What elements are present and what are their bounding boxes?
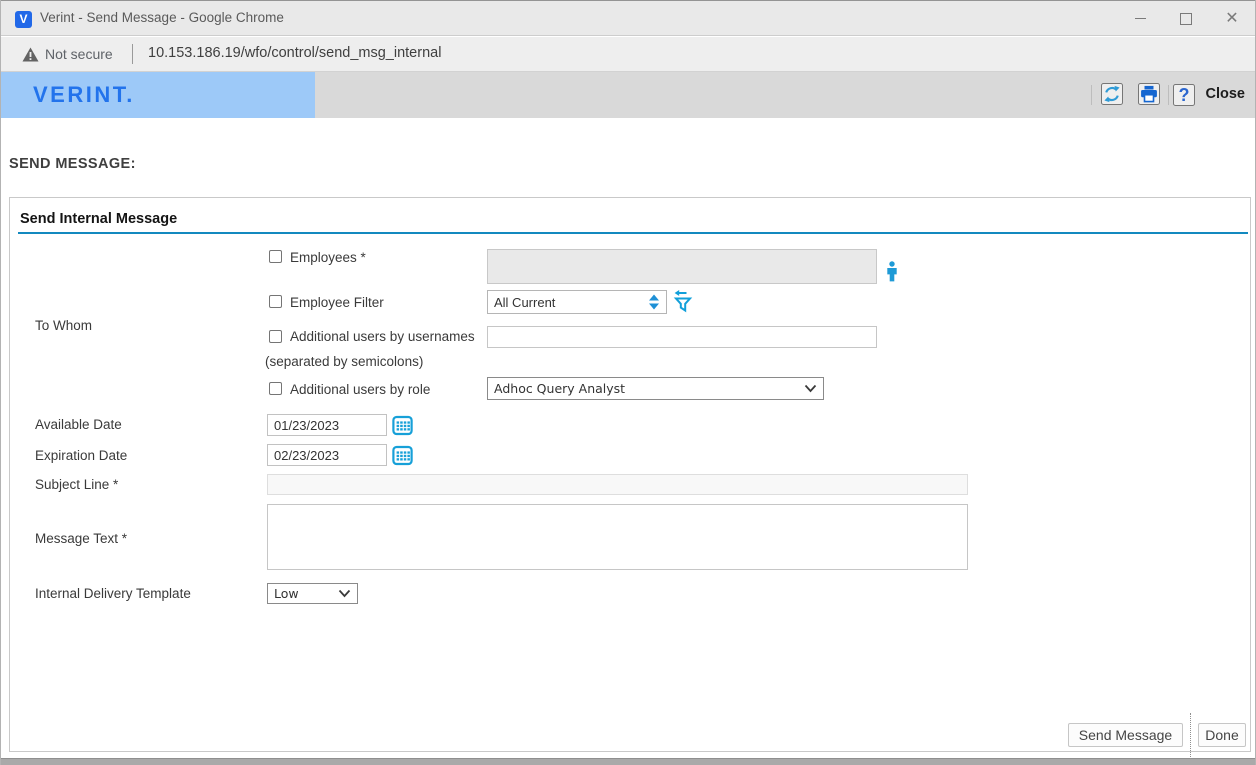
close-icon: ✕ — [1225, 11, 1238, 27]
window-bottom-edge — [1, 758, 1255, 765]
window-titlebar: V Verint - Send Message - Google Chrome … — [1, 0, 1255, 36]
employees-label: Employees * — [290, 250, 366, 265]
browser-window: V Verint - Send Message - Google Chrome … — [0, 0, 1256, 765]
employee-filter-select[interactable]: All Current — [487, 290, 667, 314]
employee-filter-checkbox[interactable] — [269, 295, 282, 308]
delivery-template-value: Low — [274, 586, 299, 601]
chevron-down-icon — [804, 384, 817, 393]
additional-role-checkbox[interactable] — [269, 382, 282, 395]
select-employees-button[interactable] — [886, 261, 898, 285]
section-title-rule — [18, 232, 1248, 234]
calendar-icon — [392, 445, 413, 466]
app-header: VERINT. ? Close — [1, 72, 1255, 118]
print-icon — [1140, 84, 1158, 104]
page-title: SEND MESSAGE: — [9, 156, 136, 172]
not-secure-warning-icon — [22, 47, 39, 62]
url-text[interactable]: 10.153.186.19/wfo/control/send_msg_inter… — [148, 45, 441, 61]
expiration-date-input[interactable] — [267, 444, 387, 466]
employees-checkbox[interactable] — [269, 250, 282, 263]
verint-logo: VERINT. — [1, 72, 315, 118]
done-button[interactable]: Done — [1198, 723, 1246, 747]
employees-input[interactable] — [487, 249, 877, 284]
available-date-input[interactable] — [267, 414, 387, 436]
send-internal-message-panel: Send Internal Message To Whom Employees … — [9, 197, 1251, 752]
to-whom-label: To Whom — [35, 318, 92, 333]
usernames-hint: (separated by semicolons) — [265, 354, 423, 369]
minimize-button[interactable] — [1117, 1, 1163, 36]
maximize-icon — [1180, 13, 1192, 25]
chevron-down-icon — [338, 589, 351, 598]
message-text-label: Message Text * — [35, 531, 127, 546]
available-date-calendar-button[interactable] — [392, 415, 413, 439]
delivery-template-label: Internal Delivery Template — [35, 586, 191, 601]
additional-role-value: Adhoc Query Analyst — [494, 381, 625, 396]
address-bar: Not secure 10.153.186.19/wfo/control/sen… — [1, 37, 1255, 72]
header-divider — [1168, 85, 1169, 105]
form-section-title: Send Internal Message — [20, 211, 177, 227]
message-text-area[interactable] — [267, 504, 968, 570]
send-message-button[interactable]: Send Message — [1068, 723, 1183, 747]
apply-filter-button[interactable] — [672, 290, 694, 316]
additional-usernames-label: Additional users by usernames — [290, 329, 475, 344]
additional-role-label: Additional users by role — [290, 382, 430, 397]
additional-role-select[interactable]: Adhoc Query Analyst — [487, 377, 824, 400]
app-close-button[interactable]: Close — [1206, 86, 1246, 102]
button-divider — [1190, 713, 1191, 757]
window-title: Verint - Send Message - Google Chrome — [40, 10, 284, 25]
filter-icon — [672, 290, 694, 313]
employee-filter-label: Employee Filter — [290, 295, 384, 310]
minimize-icon — [1135, 18, 1146, 19]
verint-favicon-icon: V — [15, 11, 32, 28]
person-icon — [886, 261, 898, 282]
maximize-button[interactable] — [1163, 1, 1209, 36]
expiration-date-label: Expiration Date — [35, 448, 127, 463]
calendar-icon — [392, 415, 413, 436]
refresh-icon — [1103, 84, 1121, 104]
additional-usernames-input[interactable] — [487, 326, 877, 348]
spinner-arrows-icon — [648, 294, 660, 310]
help-icon: ? — [1179, 85, 1190, 106]
refresh-button[interactable] — [1101, 83, 1123, 105]
additional-usernames-checkbox[interactable] — [269, 330, 282, 343]
delivery-template-select[interactable]: Low — [267, 583, 358, 604]
window-close-button[interactable]: ✕ — [1209, 1, 1255, 36]
header-divider — [1091, 85, 1092, 105]
address-divider — [132, 44, 133, 64]
help-button[interactable]: ? — [1173, 84, 1195, 106]
available-date-label: Available Date — [35, 417, 122, 432]
subject-line-label: Subject Line * — [35, 477, 118, 492]
expiration-date-calendar-button[interactable] — [392, 445, 413, 469]
subject-line-input[interactable] — [267, 474, 968, 495]
security-status-label[interactable]: Not secure — [45, 46, 113, 62]
print-button[interactable] — [1138, 83, 1160, 105]
employee-filter-value: All Current — [494, 295, 555, 310]
